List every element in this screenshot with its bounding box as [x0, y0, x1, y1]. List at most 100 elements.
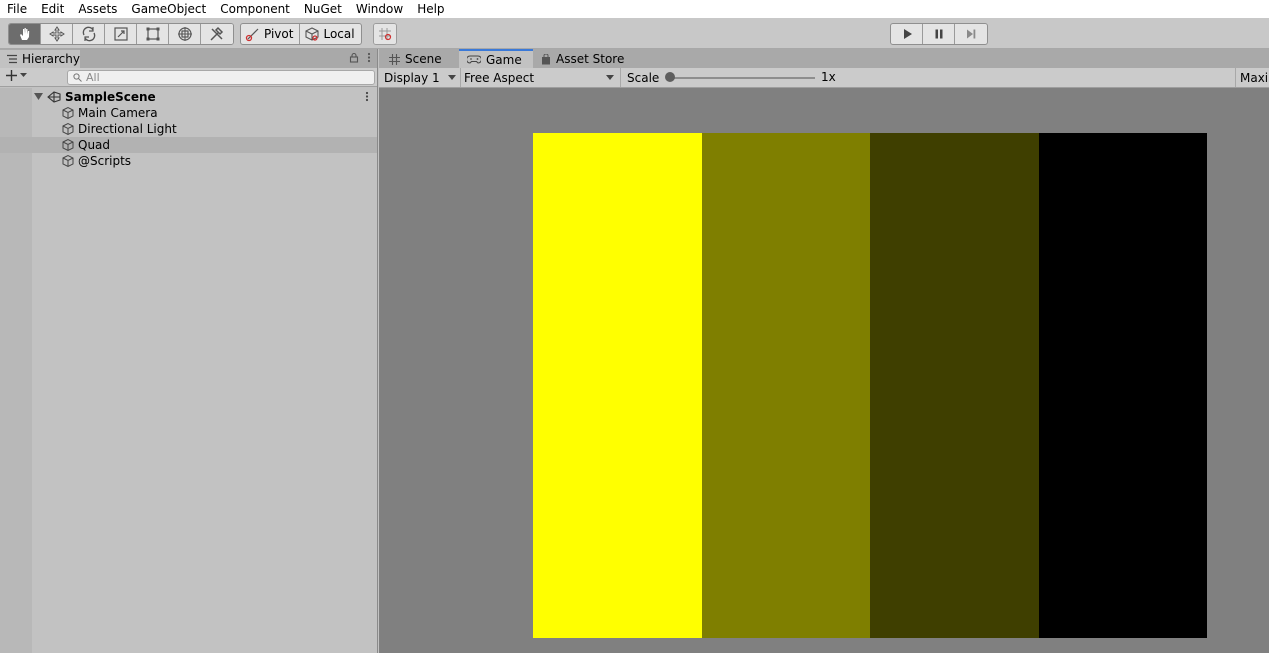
kebab-menu-icon[interactable]	[367, 52, 371, 63]
pivot-label: Pivot	[264, 27, 294, 41]
chevron-down-icon	[606, 75, 614, 80]
plus-icon	[6, 70, 17, 81]
create-button[interactable]	[5, 69, 27, 82]
scene-name: SampleScene	[65, 90, 156, 104]
lock-icon[interactable]	[349, 52, 359, 63]
tab-asset-store[interactable]: Asset Store	[533, 50, 633, 68]
color-band-yellow	[533, 133, 702, 638]
rotate-tool-icon	[82, 26, 95, 42]
step-icon	[967, 29, 976, 39]
menu-file[interactable]: File	[0, 0, 34, 18]
transform-tools	[8, 23, 234, 45]
pause-icon	[935, 29, 942, 39]
scene-row[interactable]: SampleScene	[0, 89, 377, 105]
scene-kebab-icon[interactable]	[365, 91, 369, 102]
move-tool-button[interactable]	[41, 24, 73, 44]
grid-icon	[389, 53, 400, 65]
foldout-open-icon[interactable]	[34, 93, 43, 101]
scale-label: Scale	[627, 70, 660, 85]
color-band-black	[1039, 133, 1207, 638]
rotate-tool-button[interactable]	[73, 24, 105, 44]
hierarchy-search-input[interactable]: All	[67, 70, 375, 85]
snap-tools	[373, 23, 397, 45]
pivot-button[interactable]: Pivot	[241, 24, 301, 44]
custom-tool-button[interactable]	[201, 24, 233, 44]
display-dropdown[interactable]: Display 1	[379, 68, 461, 87]
aspect-value: Free Aspect	[464, 70, 535, 85]
menu-nuget[interactable]: NuGet	[297, 0, 349, 18]
hierarchy-item-scripts[interactable]: @Scripts	[0, 153, 377, 169]
gameobject-cube-icon	[62, 154, 74, 168]
hierarchy-tab-actions	[349, 52, 371, 63]
hierarchy-item-label: @Scripts	[78, 154, 132, 168]
game-view-render	[533, 133, 1207, 638]
local-label: Local	[323, 27, 355, 41]
tab-scene-label: Scene	[405, 52, 442, 66]
playback-controls	[890, 23, 988, 45]
snap-button[interactable]	[374, 24, 396, 44]
menu-bar: File Edit Assets GameObject Component Nu…	[0, 0, 1269, 18]
move-tool-icon	[48, 26, 65, 42]
display-value: Display 1	[384, 70, 440, 85]
tab-asset-store-label: Asset Store	[556, 52, 625, 66]
menu-edit[interactable]: Edit	[34, 0, 71, 18]
scale-slider-track[interactable]	[672, 77, 815, 79]
game-panel: Scene Game Asset Store Display 1 Free As…	[379, 49, 1269, 653]
hierarchy-gutter	[0, 88, 32, 653]
hand-tool-button[interactable]	[9, 24, 41, 44]
menu-component[interactable]: Component	[213, 0, 297, 18]
gameobject-cube-icon	[62, 122, 74, 136]
custom-tool-icon	[210, 26, 224, 41]
tab-game-label: Game	[486, 52, 522, 67]
menu-gameobject[interactable]: GameObject	[124, 0, 213, 18]
hierarchy-tree: SampleScene Main Camera Directional Ligh…	[0, 88, 377, 653]
hand-tool-icon	[19, 28, 29, 40]
hierarchy-panel: Hierarchy All SampleScene Main Camera Di…	[0, 49, 378, 653]
hierarchy-tabbar: Hierarchy	[0, 49, 377, 68]
transform-tool-icon	[177, 27, 192, 41]
search-icon	[73, 73, 82, 82]
list-icon	[6, 54, 17, 64]
pause-button[interactable]	[923, 24, 955, 44]
local-icon	[305, 27, 320, 41]
scale-tool-button[interactable]	[105, 24, 137, 44]
scale-tool-icon	[113, 27, 128, 41]
menu-window[interactable]: Window	[349, 0, 410, 18]
local-button[interactable]: Local	[300, 24, 360, 44]
hierarchy-item-directional-light[interactable]: Directional Light	[0, 121, 377, 137]
transform-tool-button[interactable]	[169, 24, 201, 44]
gameobject-cube-icon	[62, 138, 74, 152]
aspect-dropdown[interactable]: Free Aspect	[461, 68, 621, 87]
color-band-olive	[702, 133, 870, 638]
chevron-down-icon	[20, 73, 27, 77]
maximize-label: Maxi	[1240, 70, 1269, 85]
hierarchy-item-main-camera[interactable]: Main Camera	[0, 105, 377, 121]
play-icon	[903, 29, 912, 39]
hierarchy-search-row: All	[0, 68, 377, 87]
tab-hierarchy-label: Hierarchy	[21, 52, 80, 66]
tab-scene[interactable]: Scene	[381, 50, 459, 68]
step-button[interactable]	[955, 24, 987, 44]
unity-scene-icon	[47, 91, 61, 103]
bag-icon	[542, 53, 550, 64]
play-button[interactable]	[891, 24, 923, 44]
scale-slider-thumb[interactable]	[665, 72, 675, 82]
hierarchy-item-label: Directional Light	[78, 122, 177, 136]
game-tabbar: Scene Game Asset Store	[379, 49, 1269, 68]
gamepad-icon	[467, 55, 481, 64]
hierarchy-item-label: Main Camera	[78, 106, 158, 120]
tab-game[interactable]: Game	[459, 49, 533, 68]
pivot-icon	[245, 28, 259, 42]
scale-value: 1x	[821, 70, 836, 84]
tab-hierarchy[interactable]: Hierarchy	[0, 50, 80, 68]
main-toolbar: Pivot Local	[0, 18, 1269, 49]
hierarchy-item-quad[interactable]: Quad	[0, 137, 377, 153]
gameobject-cube-icon	[62, 106, 74, 120]
game-view-controls: Display 1 Free Aspect Scale 1x Maxi	[379, 68, 1269, 88]
hierarchy-item-label: Quad	[78, 138, 111, 152]
rect-tool-button[interactable]	[137, 24, 169, 44]
menu-assets[interactable]: Assets	[71, 0, 124, 18]
color-band-dark-olive	[870, 133, 1039, 638]
maximize-on-play-toggle[interactable]: Maxi	[1236, 68, 1269, 87]
menu-help[interactable]: Help	[410, 0, 451, 18]
